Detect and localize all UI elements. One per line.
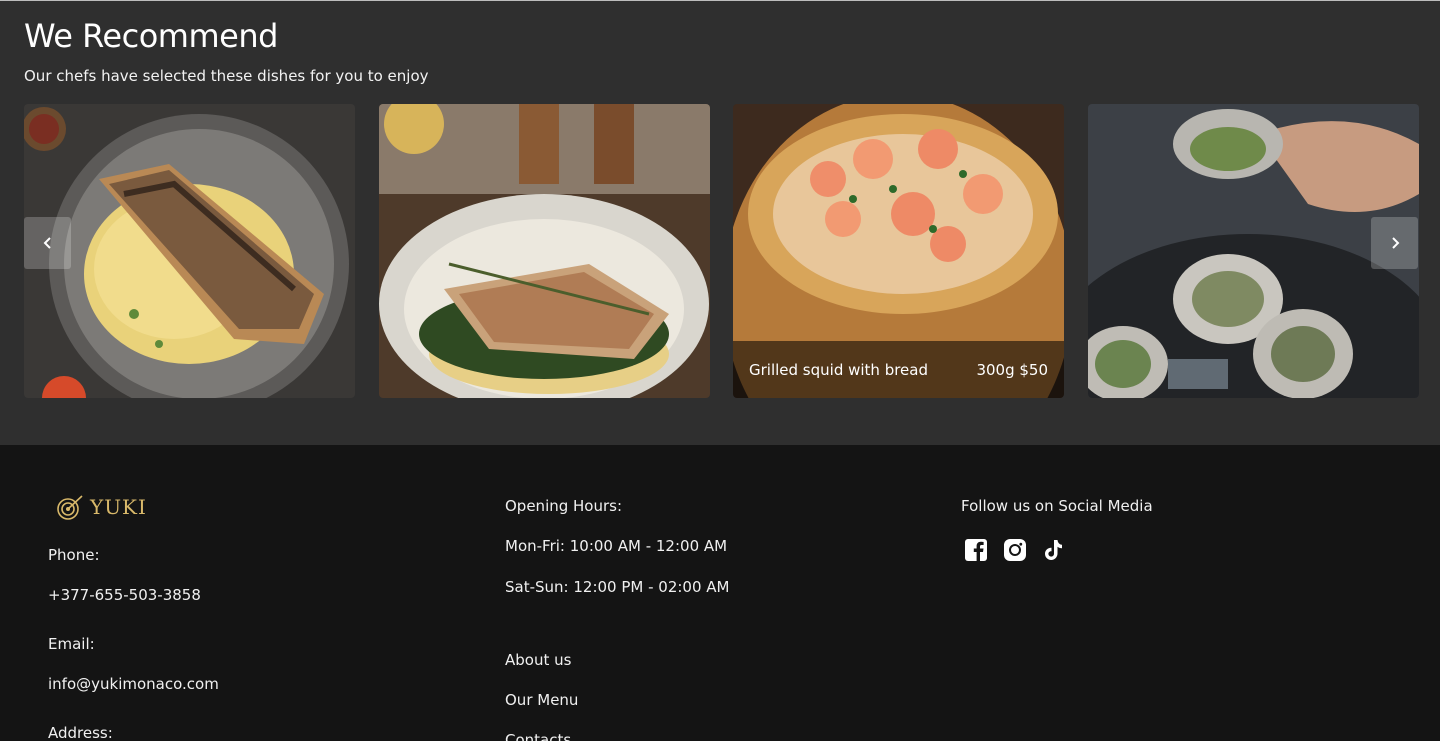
hours-label: Opening Hours: bbox=[505, 497, 623, 515]
dish-card[interactable]: Grilled squid with bread 300g $50 bbox=[733, 104, 1064, 398]
dish-name: Grilled squid with bread bbox=[749, 360, 929, 379]
dish-photo bbox=[379, 104, 710, 398]
footer-link-contacts[interactable]: Contacts bbox=[505, 731, 571, 741]
chevron-right-icon bbox=[1391, 237, 1399, 249]
chevron-left-icon bbox=[43, 237, 51, 249]
logo-mark-icon bbox=[57, 495, 83, 520]
address-label: Address: bbox=[48, 724, 113, 741]
logo-text: YUKI bbox=[90, 495, 147, 519]
tiktok-link[interactable] bbox=[1040, 537, 1066, 563]
dish-photo bbox=[1088, 104, 1419, 398]
phone-value[interactable]: +377-655-503-3858 bbox=[48, 586, 201, 604]
logo[interactable]: YUKI bbox=[56, 493, 147, 521]
social-label: Follow us on Social Media bbox=[961, 497, 1153, 515]
dish-card[interactable] bbox=[1088, 104, 1419, 398]
instagram-icon bbox=[1004, 539, 1026, 561]
footer-link-menu[interactable]: Our Menu bbox=[505, 691, 578, 709]
dish-card[interactable] bbox=[24, 104, 355, 398]
email-label: Email: bbox=[48, 635, 95, 653]
dish-price: 300g $50 bbox=[976, 360, 1048, 379]
section-subtitle: Our chefs have selected these dishes for… bbox=[24, 67, 429, 85]
footer-link-about[interactable]: About us bbox=[505, 651, 571, 669]
hours-weekday: Mon-Fri: 10:00 AM - 12:00 AM bbox=[505, 537, 728, 555]
recommend-section: We Recommend Our chefs have selected the… bbox=[0, 0, 1440, 445]
dish-caption: Grilled squid with bread 300g $50 bbox=[733, 341, 1064, 398]
facebook-link[interactable] bbox=[963, 537, 989, 563]
carousel-next-button[interactable] bbox=[1371, 217, 1418, 269]
email-value[interactable]: info@yukimonaco.com bbox=[48, 675, 219, 693]
instagram-link[interactable] bbox=[1002, 537, 1028, 563]
phone-label: Phone: bbox=[48, 546, 100, 564]
facebook-icon bbox=[965, 539, 987, 561]
dish-card[interactable] bbox=[379, 104, 710, 398]
carousel-prev-button[interactable] bbox=[24, 217, 71, 269]
tiktok-icon bbox=[1045, 540, 1062, 560]
hours-weekend: Sat-Sun: 12:00 PM - 02:00 AM bbox=[505, 578, 730, 596]
dish-photo bbox=[24, 104, 355, 398]
section-title: We Recommend bbox=[24, 17, 278, 55]
